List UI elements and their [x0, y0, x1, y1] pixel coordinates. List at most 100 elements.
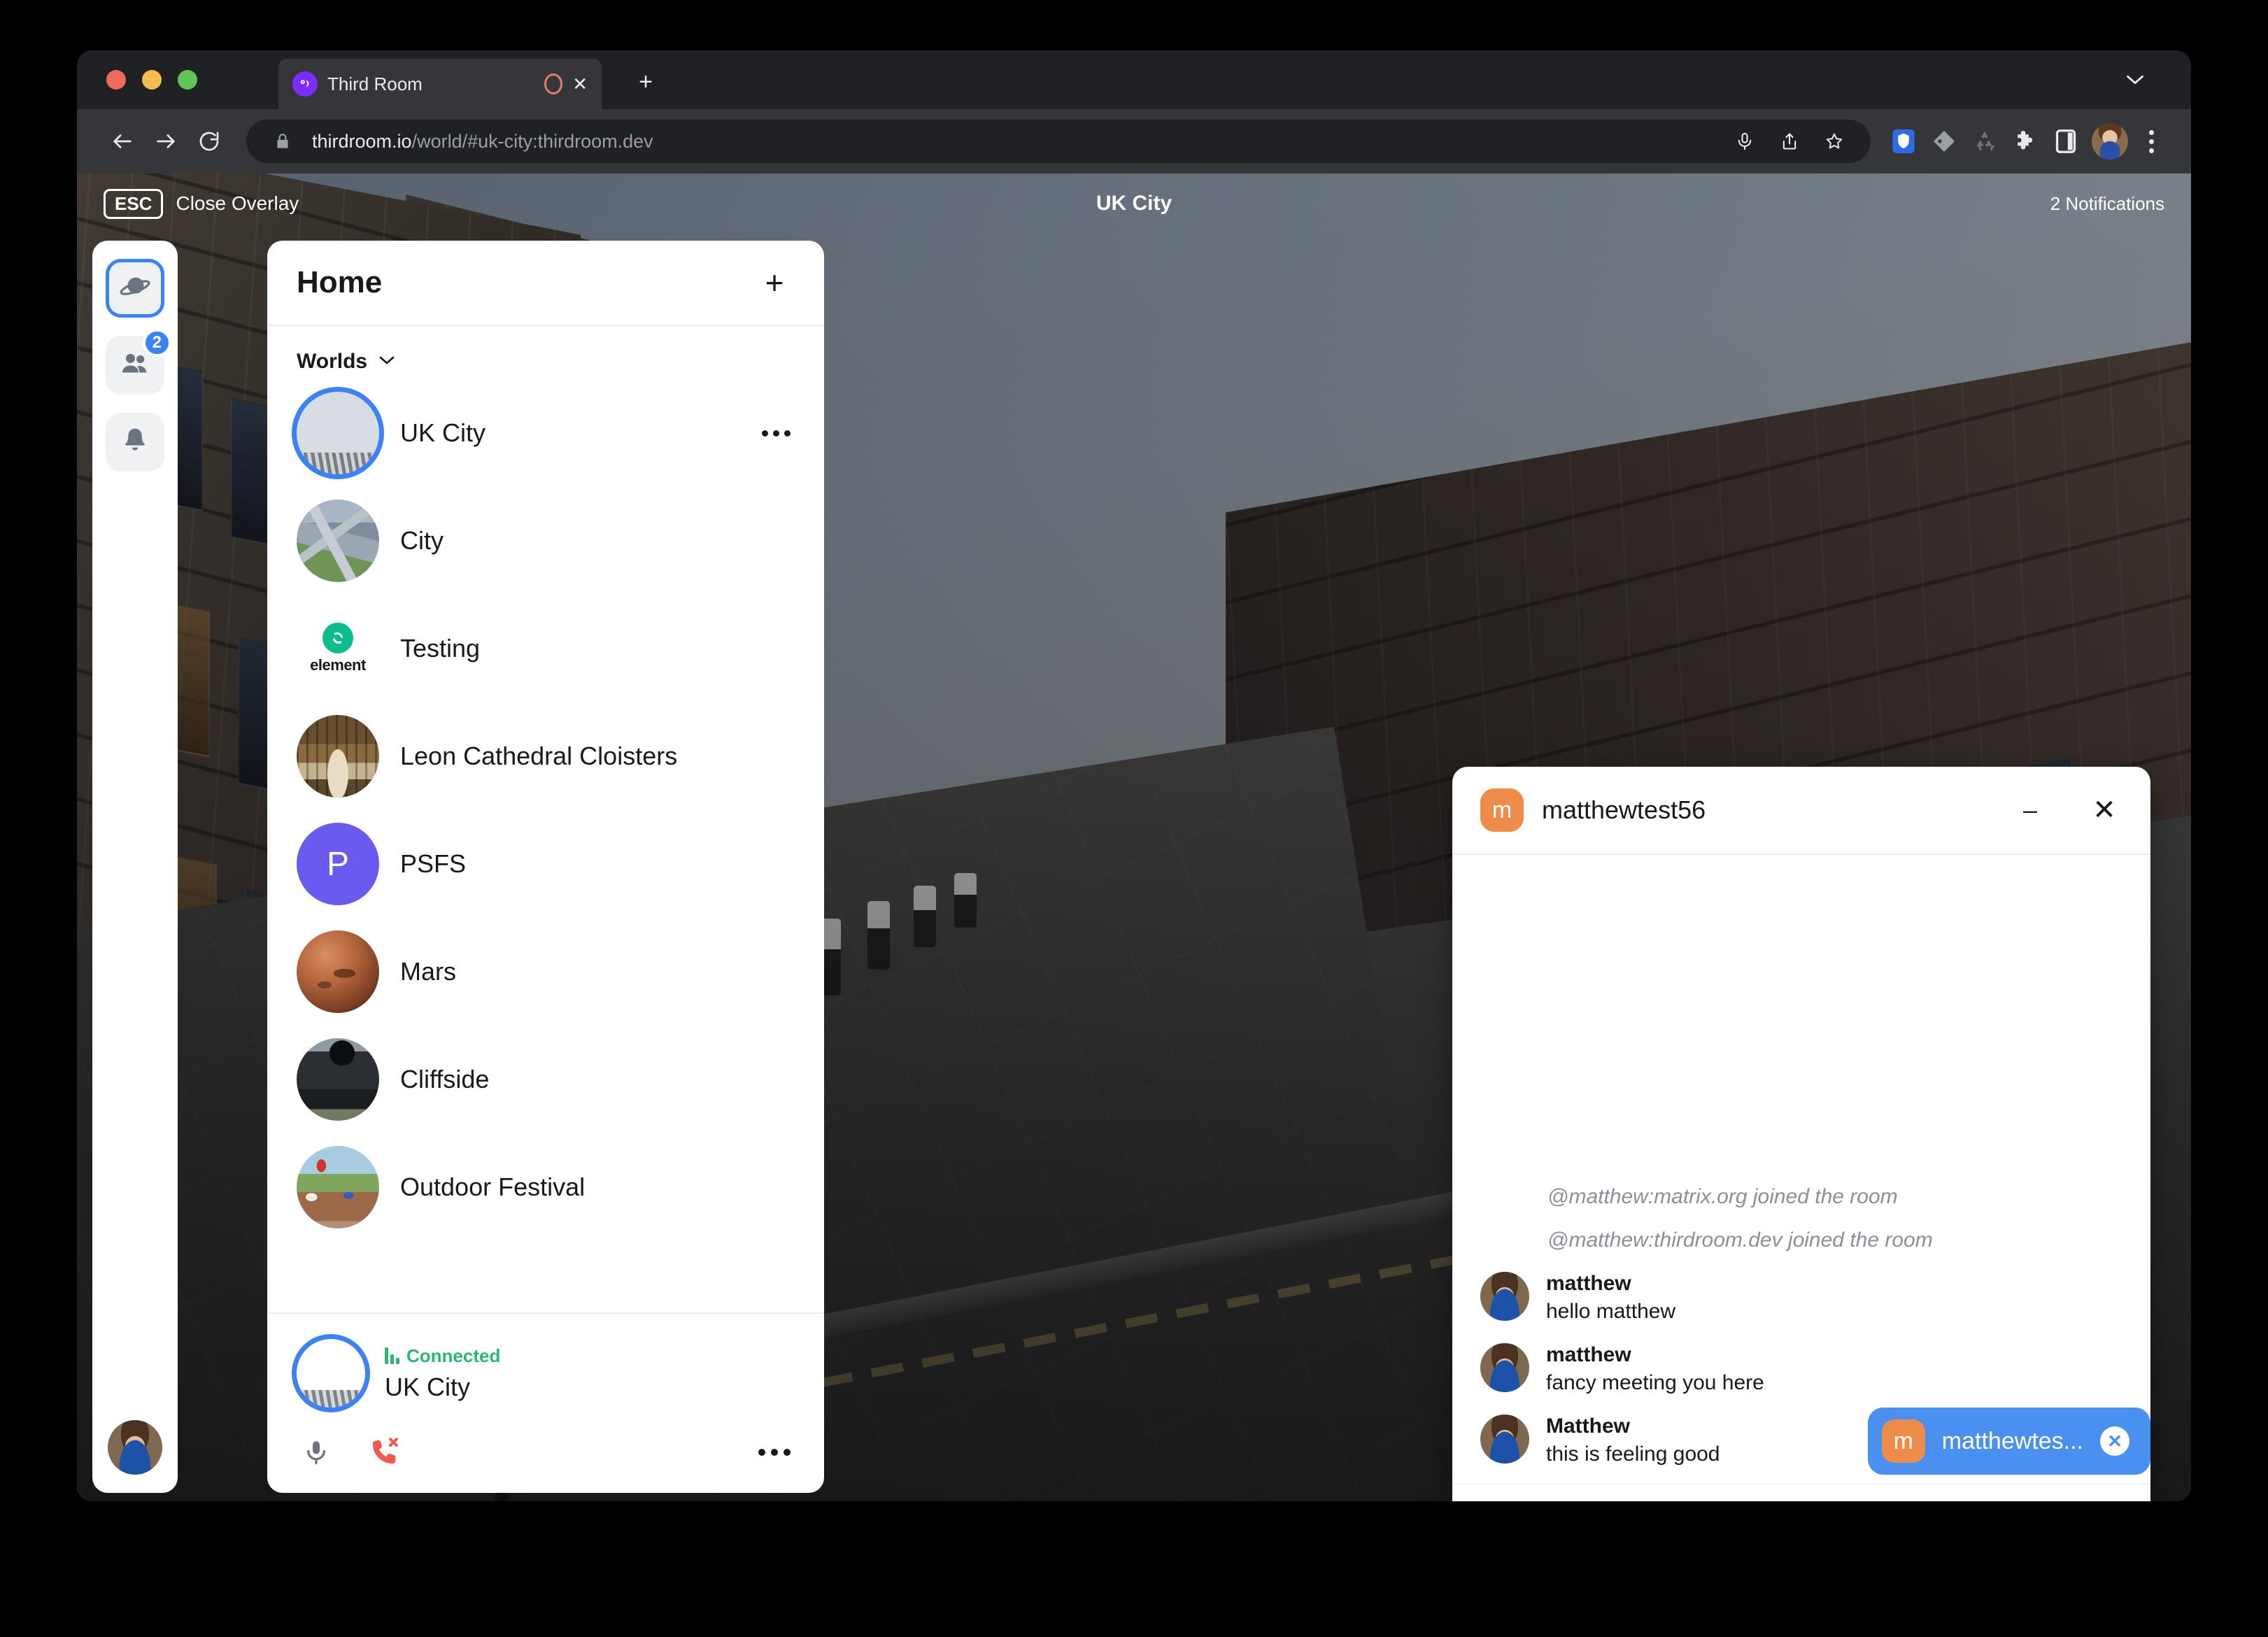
message-body: hello matthew [1546, 1300, 1675, 1324]
world-name: Cliffside [400, 1065, 489, 1094]
minimize-window-button[interactable] [142, 70, 162, 90]
avatar [1480, 1343, 1529, 1392]
chat-panel: m matthewtest56 – ✕ @matthew:matrix.org … [1452, 767, 2150, 1501]
browser-tab[interactable]: Third Room ✕ [278, 59, 602, 109]
element-wordmark: element [310, 656, 366, 674]
close-overlay-label: Close Overlay [176, 192, 299, 215]
worlds-section-header[interactable]: Worlds [267, 326, 824, 379]
chevron-down-icon[interactable] [2121, 66, 2149, 94]
notifications-count[interactable]: 2 Notifications [2050, 193, 2164, 215]
connected-world-row[interactable]: Connected UK City [297, 1339, 795, 1408]
pill-user-name: matthewtes... [1942, 1428, 2083, 1455]
system-message: @matthew:thirdroom.dev joined the room [1480, 1219, 2122, 1262]
close-window-button[interactable] [106, 70, 126, 90]
sidebar-item-people[interactable]: 2 [106, 336, 164, 395]
bollard [867, 901, 890, 970]
window-traffic-lights [106, 70, 197, 90]
recycle-extension-icon[interactable] [1964, 121, 2005, 162]
shield-extension-icon[interactable] [1883, 121, 1924, 162]
world-options-button[interactable] [758, 423, 795, 444]
connected-world-thumbnail [297, 1339, 365, 1408]
third-room-logo-icon [292, 71, 318, 97]
close-tab-button[interactable]: ✕ [572, 75, 588, 93]
world-thumbnail [297, 392, 379, 474]
three-dot-menu-icon[interactable] [2135, 121, 2167, 162]
message-body: fancy meeting you here [1546, 1371, 1764, 1395]
microphone-icon[interactable] [297, 1433, 336, 1472]
element-logo-icon [323, 623, 353, 653]
hangup-call-icon[interactable] [365, 1433, 404, 1472]
close-chat-button[interactable]: ✕ [2086, 792, 2122, 828]
status-badge: Connected [385, 1345, 500, 1367]
bollard [954, 873, 977, 928]
world-thumbnail [297, 1146, 379, 1228]
home-panel-header: Home + [267, 241, 824, 326]
people-badge-count: 2 [143, 329, 171, 357]
close-icon[interactable]: ✕ [2100, 1426, 2129, 1456]
microphone-icon[interactable] [1729, 126, 1760, 157]
dashlane-extension-icon[interactable] [1924, 121, 1964, 162]
world-thumbnail [297, 499, 379, 582]
list-item[interactable]: UK City [281, 379, 810, 487]
address-bar[interactable]: thirdroom.io/world/#uk-city:thirdroom.de… [246, 120, 1871, 163]
pill-avatar: m [1882, 1419, 1925, 1463]
maximize-window-button[interactable] [178, 70, 197, 90]
world-thumbnail: element [297, 607, 379, 690]
url-text: thirdroom.io/world/#uk-city:thirdroom.de… [312, 131, 1715, 153]
side-panel-icon[interactable] [2046, 121, 2086, 162]
close-overlay-button[interactable]: ESC Close Overlay [104, 189, 299, 219]
world-thumbnail [297, 930, 379, 1013]
browser-toolbar: thirdroom.io/world/#uk-city:thirdroom.de… [77, 109, 2191, 173]
call-controls [297, 1433, 795, 1472]
bell-icon [120, 425, 150, 460]
list-item[interactable]: Cliffside [281, 1026, 810, 1133]
star-icon[interactable] [1819, 126, 1850, 157]
list-item[interactable]: Leon Cathedral Cloisters [281, 702, 810, 810]
chat-message: matthew hello matthew [1480, 1262, 2122, 1333]
lock-icon [267, 126, 298, 157]
user-pill[interactable]: m matthewtes... ✕ [1868, 1408, 2150, 1475]
world-name: Testing [400, 634, 480, 663]
share-icon[interactable] [1774, 126, 1805, 157]
message-sender: matthew [1546, 1272, 1675, 1296]
minimize-chat-button[interactable]: – [2012, 792, 2048, 828]
chat-message-list: @matthew:matrix.org joined the room @mat… [1452, 855, 2150, 1483]
signal-bars-icon [385, 1347, 399, 1364]
chat-message: matthew fancy meeting you here [1480, 1333, 2122, 1405]
list-item[interactable]: P PSFS [281, 810, 810, 918]
esc-key-badge: ESC [104, 189, 163, 219]
user-avatar[interactable] [108, 1420, 162, 1475]
puzzle-extensions-icon[interactable] [2005, 121, 2046, 162]
chevron-down-icon[interactable] [378, 355, 395, 369]
message-sender: matthew [1546, 1343, 1764, 1367]
overlay-top-bar: ESC Close Overlay UK City 2 Notification… [77, 173, 2191, 234]
list-item[interactable]: Outdoor Festival [281, 1133, 810, 1241]
web-page-viewport: LBS Bank LBS Bank LBS [77, 173, 2191, 1501]
list-item[interactable]: element Testing [281, 595, 810, 702]
forward-arrow-icon[interactable] [144, 120, 187, 163]
worlds-list[interactable]: UK City City element [267, 379, 824, 1312]
chat-title: matthewtest56 [1542, 795, 1706, 825]
sidebar-item-notifications[interactable] [106, 413, 164, 472]
browser-tab-strip: Third Room ✕ + [77, 50, 2191, 109]
page-title: Home [297, 265, 382, 300]
connected-world-name: UK City [385, 1373, 500, 1402]
sidebar-item-worlds[interactable] [106, 259, 164, 318]
browser-tab-title: Third Room [327, 73, 534, 95]
browser-window: Third Room ✕ + thirdroom.io/world/#uk-ci… [77, 50, 2191, 1501]
add-world-button[interactable]: + [754, 262, 795, 303]
chat-panel-header: m matthewtest56 – ✕ [1452, 767, 2150, 855]
list-item[interactable]: City [281, 487, 810, 595]
connection-status-label: Connected [406, 1345, 500, 1367]
message-body: this is feeling good [1546, 1443, 1720, 1466]
reload-icon[interactable] [187, 120, 231, 163]
bollard [914, 886, 936, 947]
avatar [1480, 1272, 1529, 1321]
back-arrow-icon[interactable] [101, 120, 144, 163]
world-name: City [400, 526, 444, 555]
new-tab-button[interactable]: + [630, 66, 662, 98]
call-options-button[interactable] [754, 1440, 795, 1464]
home-panel: Home + Worlds UK City City [267, 241, 824, 1493]
list-item[interactable]: Mars [281, 918, 810, 1026]
profile-avatar[interactable] [2092, 123, 2128, 160]
